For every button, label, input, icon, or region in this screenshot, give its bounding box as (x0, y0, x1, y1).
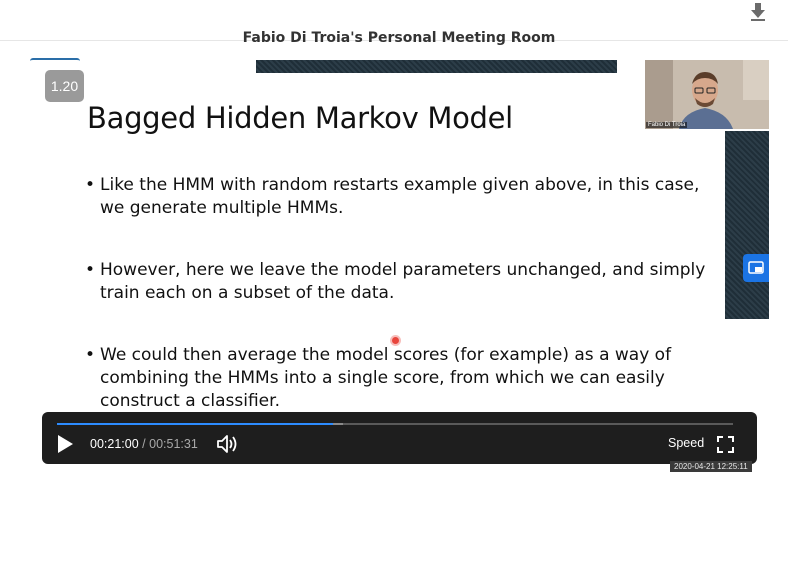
fullscreen-icon[interactable] (717, 436, 734, 453)
volume-icon[interactable] (216, 434, 240, 454)
bullet-dot: • (85, 345, 96, 365)
bullet-text: We could then average the model scores (… (100, 345, 672, 411)
time-separator: / (142, 437, 146, 451)
recording-timestamp: 2020-04-21 12:25:11 (670, 461, 752, 472)
presenter-video-icon (645, 60, 769, 129)
pip-icon (748, 261, 764, 274)
slide-number: 1.20 (45, 70, 84, 102)
bullet-dot: • (85, 175, 96, 195)
webcam-thumbnail[interactable]: Fabio Di Troia (645, 60, 769, 129)
time-display: 00:21:00 / 00:51:31 (90, 437, 198, 451)
picture-in-picture-button[interactable] (743, 254, 769, 282)
side-video-strip (725, 131, 769, 319)
download-arrow-icon[interactable] (750, 3, 766, 21)
bullet-text: Like the HMM with random restarts exampl… (100, 175, 700, 218)
play-icon[interactable] (56, 434, 74, 454)
slide-header-bar (256, 60, 617, 73)
meeting-title: Fabio Di Troia's Personal Meeting Room (242, 30, 556, 46)
progress-played[interactable] (57, 423, 333, 425)
bullet-text: However, here we leave the model paramet… (100, 260, 706, 303)
progress-buffered (333, 423, 343, 425)
laser-pointer (392, 337, 399, 344)
slide-logo-fragment (30, 58, 80, 64)
bullet-dot: • (85, 260, 96, 280)
duration: 00:51:31 (149, 437, 198, 451)
webcam-name-label: Fabio Di Troia (646, 122, 688, 128)
speed-button[interactable]: Speed (668, 436, 704, 450)
current-time: 00:21:00 (90, 437, 139, 451)
slide-title: Bagged Hidden Markov Model (87, 101, 513, 135)
